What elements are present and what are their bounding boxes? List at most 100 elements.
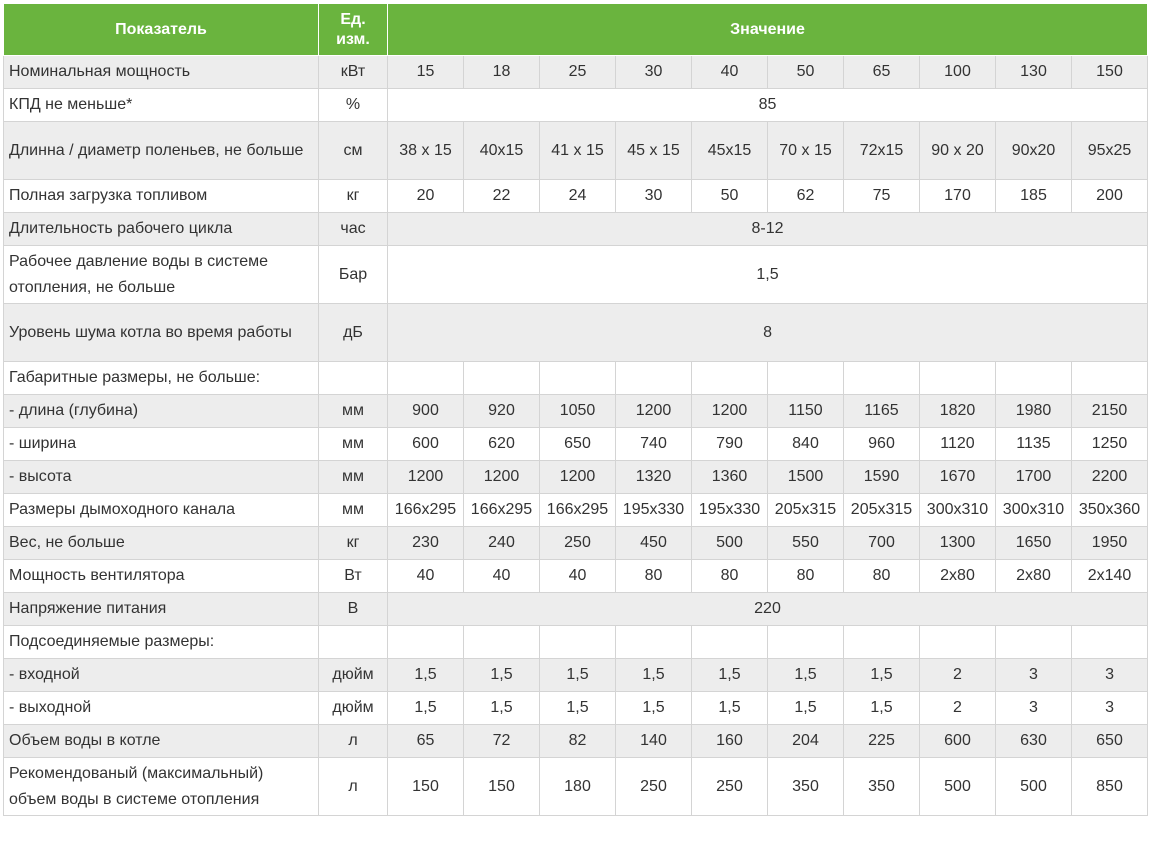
value-cell: 850: [1070, 757, 1149, 816]
value-cell: 166x295: [463, 493, 540, 527]
value-cell: 25: [539, 55, 616, 89]
value-cell: 70 х 15: [767, 121, 844, 180]
value-cell: 195x330: [691, 493, 768, 527]
value-cell: 3: [1070, 658, 1149, 692]
value-cell: 180: [539, 757, 616, 816]
value-cell: 1,5: [615, 691, 692, 725]
param-cell: Уровень шума котла во время работы: [3, 303, 319, 362]
value-cell: 620: [463, 427, 540, 461]
value-cell: 166x295: [539, 493, 616, 527]
unit-cell: [318, 361, 388, 395]
value-cell: 350x360: [1070, 493, 1149, 527]
value-cell: 300x310: [995, 493, 1072, 527]
value-cell: 960: [843, 427, 920, 461]
merged-value-cell: 85: [386, 88, 1149, 122]
value-cell: 900: [387, 394, 464, 428]
value-cell: 1,5: [539, 658, 616, 692]
value-cell: 1200: [539, 460, 616, 494]
table-row: Подсоединяемые размеры:: [3, 625, 1149, 659]
merged-value-cell: 1,5: [386, 245, 1149, 304]
value-cell: 1,5: [387, 691, 464, 725]
value-cell: 230: [387, 526, 464, 560]
value-cell: 3: [995, 658, 1072, 692]
param-cell: КПД не меньше*: [3, 88, 319, 122]
value-cell: 1650: [995, 526, 1072, 560]
value-cell: 150: [1070, 55, 1149, 89]
value-cell: 350: [843, 757, 920, 816]
table-row: Рекомендованый (максимальный) объем воды…: [3, 757, 1149, 816]
table-row: Длительность рабочего цикла час 8-12: [3, 212, 1149, 246]
table-row: - высота мм 1200 1200 1200 1320 1360 1500 1590 16…: [3, 460, 1149, 494]
table-row: Рабочее давление воды в системе отоплени…: [3, 245, 1149, 304]
value-cell: 130: [995, 55, 1072, 89]
table-row: - длина (глубина) мм 900 920 1050 1200 1200 115…: [3, 394, 1149, 428]
value-cell: 41 х 15: [539, 121, 616, 180]
value-cell: [463, 625, 540, 659]
param-cell: Размеры дымоходного канала: [3, 493, 319, 527]
value-cell: [843, 361, 920, 395]
unit-cell: мм: [318, 493, 388, 527]
value-cell: 40: [463, 559, 540, 593]
unit-cell: %: [318, 88, 388, 122]
spec-table: Показатель Ед. изм. Значение Номинальная…: [3, 3, 1149, 816]
param-cell: Напряжение питания: [3, 592, 319, 626]
value-cell: 630: [995, 724, 1072, 758]
value-cell: 450: [615, 526, 692, 560]
param-cell: Номинальная мощность: [3, 55, 319, 89]
value-cell: 2: [919, 691, 996, 725]
value-cell: [615, 361, 692, 395]
value-cell: 1820: [919, 394, 996, 428]
table-row: Полная загрузка топливом кг 20 22 24 30 50 62 75…: [3, 179, 1149, 213]
value-cell: 650: [539, 427, 616, 461]
param-cell: Рекомендованый (максимальный) объем воды…: [3, 757, 319, 816]
param-cell: - высота: [3, 460, 319, 494]
value-cell: 3: [1070, 691, 1149, 725]
value-cell: 1,5: [691, 658, 768, 692]
param-cell: - ширина: [3, 427, 319, 461]
value-cell: 40: [387, 559, 464, 593]
value-cell: 240: [463, 526, 540, 560]
unit-cell: [318, 625, 388, 659]
value-cell: 1,5: [843, 691, 920, 725]
value-cell: [767, 625, 844, 659]
param-cell: Длительность рабочего цикла: [3, 212, 319, 246]
value-cell: 1150: [767, 394, 844, 428]
value-cell: 1,5: [539, 691, 616, 725]
header-row: Показатель Ед. изм. Значение: [3, 3, 1149, 56]
value-cell: 740: [615, 427, 692, 461]
value-cell: 195x330: [615, 493, 692, 527]
value-cell: 500: [995, 757, 1072, 816]
param-cell: Рабочее давление воды в системе отоплени…: [3, 245, 319, 304]
value-cell: 1,5: [843, 658, 920, 692]
unit-cell: кг: [318, 526, 388, 560]
value-cell: 2x80: [919, 559, 996, 593]
header-param: Показатель: [3, 3, 319, 56]
value-cell: 80: [767, 559, 844, 593]
unit-cell: В: [318, 592, 388, 626]
value-cell: [387, 625, 464, 659]
unit-cell: кВт: [318, 55, 388, 89]
value-cell: 30: [615, 179, 692, 213]
value-cell: 65: [387, 724, 464, 758]
merged-value-cell: 8-12: [386, 212, 1149, 246]
value-cell: 90x20: [995, 121, 1072, 180]
value-cell: [539, 625, 616, 659]
value-cell: 1950: [1070, 526, 1149, 560]
merged-value-cell: 8: [386, 303, 1149, 362]
value-cell: 790: [691, 427, 768, 461]
value-cell: 40x15: [463, 121, 540, 180]
value-cell: 1,5: [463, 658, 540, 692]
value-cell: 1,5: [387, 658, 464, 692]
value-cell: 1,5: [767, 691, 844, 725]
value-cell: 1300: [919, 526, 996, 560]
value-cell: 2: [919, 658, 996, 692]
value-cell: [539, 361, 616, 395]
unit-cell: дюйм: [318, 658, 388, 692]
value-cell: [463, 361, 540, 395]
unit-cell: кг: [318, 179, 388, 213]
table-row: Уровень шума котла во время работы дБ 8: [3, 303, 1149, 362]
value-cell: 1,5: [691, 691, 768, 725]
value-cell: 15: [387, 55, 464, 89]
param-cell: Мощность вентилятора: [3, 559, 319, 593]
table-row: Длинна / диаметр поленьев, не больше см 38…: [3, 121, 1149, 180]
